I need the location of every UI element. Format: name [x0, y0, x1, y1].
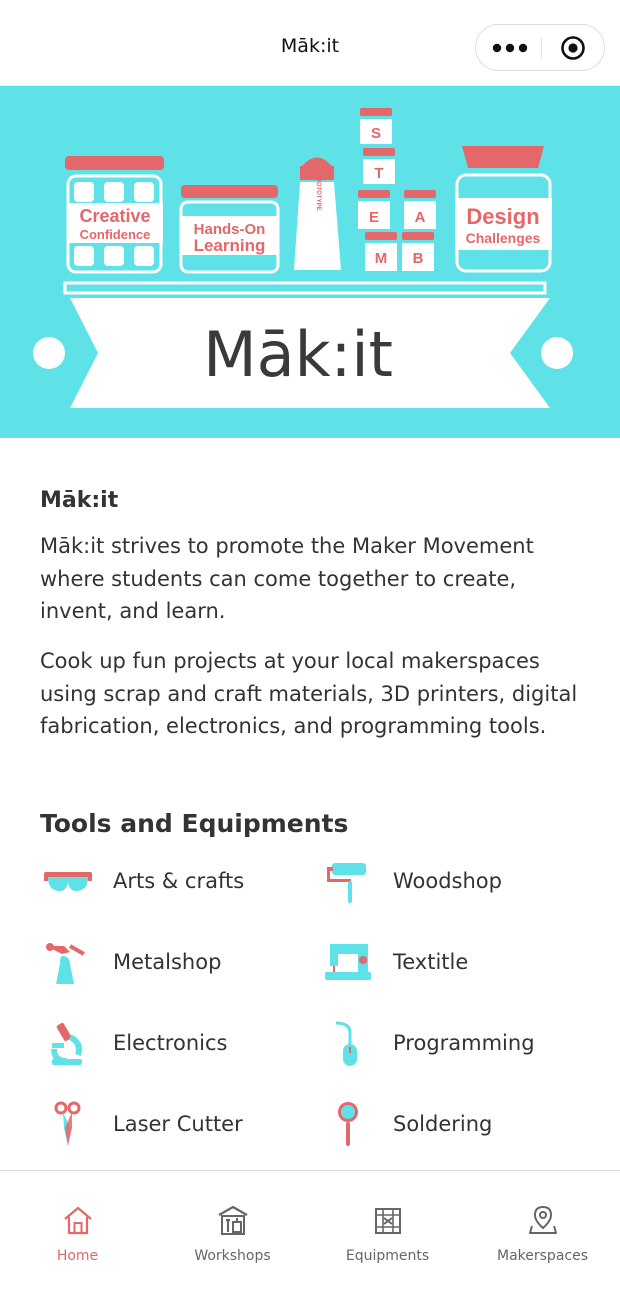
tab-label: Equipments — [345, 1248, 430, 1264]
steam-letter-s: S — [371, 125, 381, 142]
jar-creative-confidence: Creative Confidence — [65, 156, 164, 274]
intro-paragraph-2: Cook up fun projects at your local maker… — [40, 649, 578, 738]
microscope-icon — [51, 1022, 82, 1065]
jar-hands-on-learning: Hands-On Learning — [179, 185, 280, 274]
tool-label: Arts & crafts — [113, 869, 245, 893]
tool-label: Soldering — [393, 1112, 493, 1136]
tab-equipments[interactable]: Equipments — [310, 1171, 465, 1290]
steam-letter-t: T — [374, 165, 383, 182]
shelf — [63, 281, 547, 295]
tool-label: Electronics — [113, 1031, 228, 1055]
scissors-icon — [54, 1101, 81, 1146]
tab-label: Makerspaces — [497, 1248, 588, 1264]
tool-label: Textitle — [393, 950, 469, 974]
tool-label: Laser Cutter — [113, 1112, 243, 1136]
tool-item-woodshop[interactable]: Woodshop — [320, 857, 580, 907]
jar-label-creative: Creative — [79, 206, 150, 226]
steam-letter-a: A — [415, 209, 426, 226]
goggles-icon — [44, 872, 92, 891]
jar-label-learning: Learning — [194, 236, 266, 255]
tool-item-programming[interactable]: Programming — [320, 1019, 580, 1069]
mini-program-capsule — [475, 24, 605, 71]
tool-label: Metalshop — [113, 950, 222, 974]
bottom-tab-bar: Home Workshops Equipments Makerspaces — [0, 1170, 620, 1290]
tool-item-laser-cutter[interactable]: Laser Cutter — [40, 1100, 300, 1150]
intro-title: Māk:it — [40, 488, 119, 513]
tab-label: Workshops — [194, 1248, 271, 1264]
tab-workshops[interactable]: Workshops — [155, 1171, 310, 1290]
jar-design-challenges: Design Challenges — [455, 146, 552, 273]
steam-letter-e: E — [369, 209, 379, 226]
tab-home[interactable]: Home — [0, 1171, 155, 1290]
tool-item-soldering[interactable]: Soldering — [320, 1100, 580, 1150]
tab-makerspaces[interactable]: Makerspaces — [465, 1171, 620, 1290]
tab-label: Home — [56, 1248, 99, 1264]
welding-torch-icon — [46, 943, 85, 984]
paint-roller-icon — [327, 863, 366, 903]
workshop-icon — [218, 1205, 248, 1235]
tool-item-metalshop[interactable]: Metalshop — [40, 938, 300, 988]
tool-item-electronics[interactable]: Electronics — [40, 1019, 300, 1069]
steam-letter-b: B — [413, 250, 424, 267]
tool-item-textile[interactable]: Textitle — [320, 938, 580, 988]
equipment-icon — [375, 1208, 401, 1234]
map-pin-icon — [529, 1205, 557, 1234]
tools-section-title: Tools and Equipments — [40, 809, 349, 838]
bottle-label-prototype: PROTOTYPE — [315, 174, 321, 211]
steam-letter-m: M — [375, 250, 388, 267]
jar-label-confidence: Confidence — [80, 227, 151, 242]
more-dots-icon[interactable] — [492, 43, 528, 53]
hero-banner: Creative Confidence Hands-On Learning PR… — [0, 86, 620, 438]
sewing-machine-icon — [325, 944, 371, 980]
banner-logo-text: Māk:it — [203, 318, 393, 391]
target-close-icon[interactable] — [560, 35, 586, 61]
prototype-bottle: PROTOTYPE — [294, 157, 341, 270]
tool-label: Woodshop — [393, 869, 502, 893]
intro-paragraph-1: Māk:it strives to promote the Maker Move… — [40, 534, 534, 623]
capsule-divider — [541, 38, 542, 59]
ribbon-hole-left — [33, 337, 65, 369]
mouse-icon — [335, 1021, 357, 1066]
jar-label-challenges: Challenges — [466, 230, 541, 246]
top-navigation-bar: Māk:it — [0, 0, 620, 86]
ribbon-hole-right — [541, 337, 573, 369]
jar-label-design: Design — [466, 204, 539, 229]
tool-label: Programming — [393, 1031, 535, 1055]
tool-item-arts-crafts[interactable]: Arts & crafts — [40, 857, 300, 907]
home-icon — [64, 1206, 92, 1235]
steam-blocks: S T E A M B — [358, 108, 436, 271]
soldering-iron-icon — [338, 1102, 358, 1146]
banner-illustration: Creative Confidence Hands-On Learning PR… — [33, 108, 573, 408]
